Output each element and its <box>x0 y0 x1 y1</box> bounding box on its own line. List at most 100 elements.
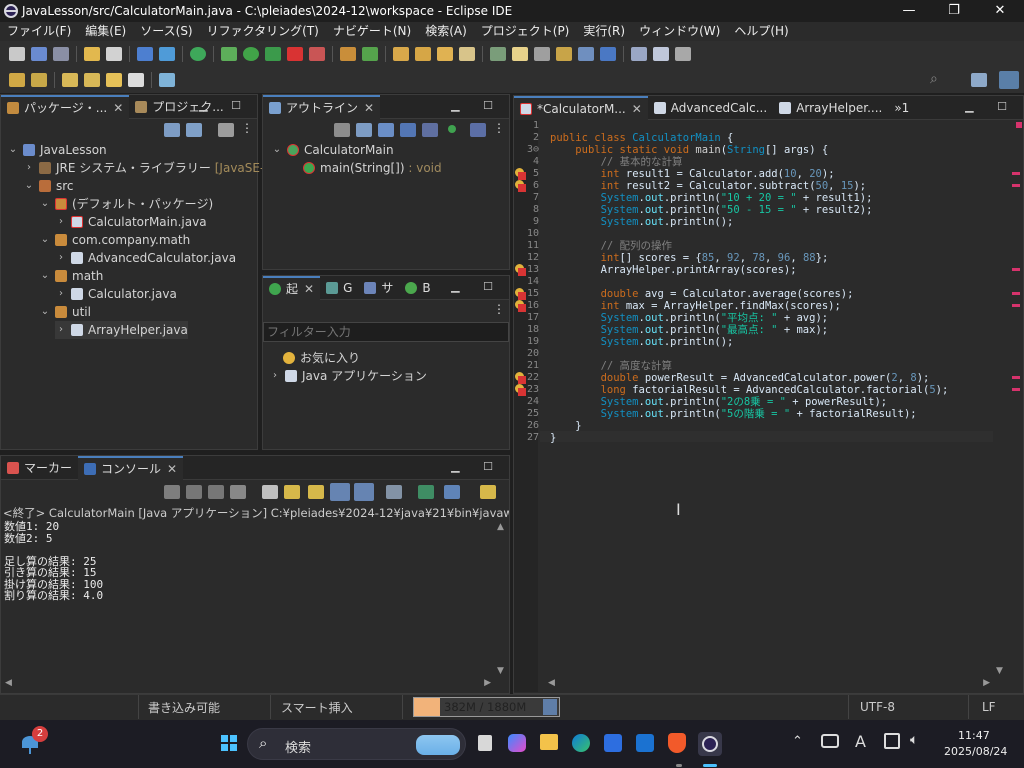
error-marker-icon[interactable] <box>515 264 527 276</box>
new-class-icon[interactable] <box>362 47 378 61</box>
minimize-button[interactable]: — <box>886 0 932 22</box>
store-icon[interactable] <box>604 734 622 752</box>
filter-icon[interactable] <box>218 123 234 137</box>
minimize-maximize-icon[interactable]: ▁ ☐ <box>451 99 503 112</box>
open-perspective-icon[interactable] <box>971 73 987 87</box>
forward-icon[interactable] <box>128 73 144 87</box>
minimize-maximize-icon[interactable]: ▁ ☐ <box>451 460 503 473</box>
maximize-button[interactable]: ❐ <box>931 0 977 22</box>
tree-item-calculatormain[interactable]: › CalculatorMain.java <box>55 213 207 231</box>
undo-icon[interactable] <box>84 47 100 61</box>
filter-icon[interactable] <box>470 123 486 137</box>
overview-error-mark[interactable] <box>1012 292 1020 295</box>
sort-icon[interactable] <box>334 123 350 137</box>
chevron-up-icon[interactable]: ⌃ <box>792 734 803 749</box>
view-menu-icon[interactable]: ⋮ <box>241 121 253 135</box>
error-marker-icon[interactable] <box>515 384 527 396</box>
windows-start-icon[interactable] <box>221 735 237 751</box>
save-all-icon[interactable] <box>53 47 69 61</box>
tab-gradle[interactable]: G <box>320 276 358 300</box>
tree-item-math[interactable]: ⌄ math <box>39 267 104 285</box>
open-type-icon[interactable] <box>393 47 409 61</box>
error-marker-icon[interactable] <box>515 288 527 300</box>
tab-console[interactable]: コンソール ✕ <box>78 455 184 480</box>
highlight-icon[interactable] <box>512 47 528 61</box>
menu-refactor[interactable]: リファクタリング(T) <box>200 22 326 41</box>
menu-help[interactable]: ヘルプ(H) <box>727 22 795 41</box>
tab-package-explorer[interactable]: パッケージ・... ✕ <box>1 94 130 119</box>
menu-navigate[interactable]: ナビゲート(N) <box>326 22 418 41</box>
overview-error-mark[interactable] <box>1012 388 1020 391</box>
minimize-maximize-icon[interactable]: ▁ ☐ <box>199 99 251 112</box>
run-icon[interactable] <box>243 47 259 61</box>
overview-error-mark[interactable] <box>1012 376 1020 379</box>
task-view-icon[interactable] <box>478 735 492 751</box>
hide-nonpublic-icon[interactable] <box>400 123 416 137</box>
garbage-collect-icon[interactable] <box>543 699 557 715</box>
close-icon[interactable]: ✕ <box>167 462 177 476</box>
stop-icon[interactable] <box>287 47 303 61</box>
search-file-icon[interactable] <box>437 47 453 61</box>
tree-item-project[interactable]: ⌄ JavaLesson <box>7 141 107 159</box>
weather-icon[interactable]: 2 <box>20 726 48 754</box>
tree-item-default-package[interactable]: ⌄ (デフォルト・パッケージ) <box>39 195 213 213</box>
menu-run[interactable]: 実行(R) <box>576 22 632 41</box>
back-history-icon[interactable] <box>62 73 78 87</box>
remove-all-icon[interactable] <box>230 485 246 499</box>
new-package-icon[interactable] <box>340 47 356 61</box>
clock-time[interactable]: 11:47 <box>958 729 990 742</box>
link-editor-icon[interactable] <box>186 123 202 137</box>
tab-outline[interactable]: アウトライン ✕ <box>263 94 381 119</box>
network-off-icon[interactable] <box>821 734 839 748</box>
minimize-maximize-icon[interactable]: ▁ ☐ <box>965 100 1017 113</box>
eclipse-taskbar-icon[interactable] <box>698 732 722 756</box>
settings-icon[interactable] <box>159 47 175 61</box>
last-edit-icon[interactable] <box>9 73 25 87</box>
external-tools-icon[interactable] <box>309 47 325 61</box>
tab-launch[interactable]: 起 ✕ <box>263 275 321 300</box>
outline-item-class[interactable]: ⌄ CalculatorMain <box>271 141 394 159</box>
menu-source[interactable]: ソース(S) <box>133 22 199 41</box>
overview-error-mark[interactable] <box>1012 172 1020 175</box>
file-explorer-icon[interactable] <box>540 734 558 750</box>
clock-date[interactable]: 2025/08/24 <box>944 745 1007 758</box>
tab-calculatormain[interactable]: *CalculatorM... ✕ <box>514 95 648 120</box>
redo-icon[interactable] <box>106 47 122 61</box>
show-whitespace-icon[interactable] <box>556 47 572 61</box>
encoding-status[interactable]: UTF-8 <box>860 700 895 714</box>
forward-history-icon[interactable] <box>84 73 100 87</box>
paragraph-icon[interactable] <box>600 47 616 61</box>
outline-item-main[interactable]: main(String[]) : void <box>303 159 442 177</box>
close-icon[interactable]: ✕ <box>364 101 374 115</box>
show-on-stderr-icon[interactable] <box>354 483 374 501</box>
terminal-icon[interactable] <box>137 47 153 61</box>
next-annotation-icon[interactable] <box>631 47 647 61</box>
display-icon[interactable] <box>884 733 900 749</box>
search-icon[interactable]: ⌕ <box>930 71 938 87</box>
console-vertical-scrollbar[interactable]: ▲ ▼ <box>495 522 509 676</box>
editor-horizontal-scrollbar[interactable]: ◀ ▶ <box>540 678 994 692</box>
menu-window[interactable]: ウィンドウ(W) <box>632 22 727 41</box>
history-icon[interactable] <box>31 73 47 87</box>
brave-icon[interactable] <box>668 733 686 753</box>
new-console-icon[interactable] <box>480 485 496 499</box>
skip-breakpoints-icon[interactable] <box>190 47 206 61</box>
editor-vertical-scrollbar[interactable]: ▼ <box>994 120 1008 676</box>
ime-icon[interactable]: A <box>855 732 866 751</box>
public-icon[interactable] <box>448 125 456 133</box>
tree-item-util[interactable]: ⌄ util <box>39 303 91 321</box>
close-icon[interactable]: ✕ <box>113 101 123 115</box>
console-horizontal-scrollbar[interactable]: ◀ ▶ <box>3 678 493 692</box>
java-perspective-icon[interactable] <box>999 71 1019 89</box>
coverage-icon[interactable] <box>265 47 281 61</box>
clear-console-icon[interactable] <box>262 485 278 499</box>
collapse-all-icon[interactable] <box>164 123 180 137</box>
view-menu-icon[interactable]: ⋮ <box>493 121 505 135</box>
edge-icon[interactable] <box>572 734 590 752</box>
hide-static-icon[interactable] <box>378 123 394 137</box>
close-icon[interactable]: ✕ <box>304 282 314 296</box>
show-on-stdout-icon[interactable] <box>330 483 350 501</box>
close-icon[interactable]: ✕ <box>632 102 642 116</box>
tree-item-advancedcalculator[interactable]: › AdvancedCalculator.java <box>55 249 236 267</box>
tab-arrayhelper[interactable]: ArrayHelper.... <box>773 96 888 120</box>
